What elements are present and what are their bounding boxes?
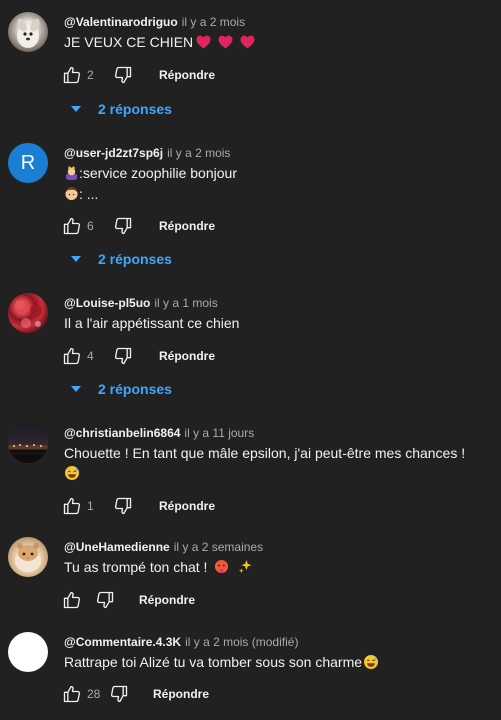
reply-button[interactable]: Répondre bbox=[159, 499, 215, 513]
reply-button[interactable]: Répondre bbox=[159, 68, 215, 82]
author-name[interactable]: @Louise-pl5uo bbox=[64, 296, 150, 310]
reply-button[interactable]: Répondre bbox=[153, 687, 209, 701]
dislike-icon[interactable] bbox=[113, 216, 133, 236]
red-heart-icon bbox=[196, 35, 211, 49]
author-name[interactable]: @user-jd2zt7sp6j bbox=[64, 146, 163, 160]
timestamp[interactable]: il y a 2 mois bbox=[182, 15, 245, 29]
chevron-down-icon bbox=[68, 251, 84, 267]
author-name[interactable]: @Commentaire.4.3K bbox=[64, 635, 181, 649]
like-icon[interactable] bbox=[62, 590, 82, 610]
avatar[interactable] bbox=[8, 12, 48, 52]
like-icon[interactable] bbox=[62, 216, 82, 236]
hot-face-icon bbox=[215, 559, 229, 574]
comment-text: Rattrape toi Alizé tu va tomber sous son… bbox=[64, 652, 493, 672]
grinning-sweat-icon bbox=[65, 466, 79, 480]
timestamp[interactable]: il y a 2 mois bbox=[167, 146, 230, 160]
comment-actions: 2 Répondre bbox=[62, 63, 215, 87]
avatar[interactable] bbox=[8, 632, 48, 672]
like-icon[interactable] bbox=[62, 496, 82, 516]
timestamp[interactable]: il y a 2 mois (modifié) bbox=[185, 635, 298, 649]
avatar[interactable]: R bbox=[8, 143, 48, 183]
comment-text-content: JE VEUX CE CHIEN bbox=[64, 34, 194, 50]
dislike-icon[interactable] bbox=[113, 496, 133, 516]
comment-line-1: Chouette ! En tant que mâle epsilon, j'a… bbox=[64, 445, 466, 461]
dog-photo-icon bbox=[17, 18, 40, 48]
comment-text-content: Tu as trompé ton chat ! bbox=[64, 559, 208, 575]
like-count: 6 bbox=[87, 219, 94, 233]
timestamp[interactable]: il y a 1 mois bbox=[154, 296, 217, 310]
comment-text: JE VEUX CE CHIEN bbox=[64, 32, 493, 52]
comment-text-content: Rattrape toi Alizé tu va tomber sous son… bbox=[64, 654, 363, 670]
avatar[interactable] bbox=[8, 537, 48, 577]
like-icon[interactable] bbox=[62, 65, 82, 85]
replies-toggle[interactable]: 2 réponses bbox=[64, 244, 172, 274]
reply-button[interactable]: Répondre bbox=[159, 349, 215, 363]
timestamp[interactable]: il y a 11 jours bbox=[184, 426, 254, 440]
avatar[interactable] bbox=[8, 293, 48, 333]
comment-text: :service zoophilie bonjour : ... bbox=[64, 163, 493, 204]
author-name[interactable]: @Valentinarodriguo bbox=[64, 15, 178, 29]
comment-line-1: :service zoophilie bonjour bbox=[79, 165, 237, 181]
like-count: 1 bbox=[87, 499, 94, 513]
comment-actions: 28 Répondre bbox=[62, 682, 209, 706]
comment-text: Il a l'air appétissant ce chien bbox=[64, 315, 240, 331]
grinning-sweat-icon bbox=[364, 655, 379, 669]
comment-text: Tu as trompé ton chat ! bbox=[64, 557, 493, 577]
like-icon[interactable] bbox=[62, 346, 82, 366]
author-name[interactable]: @christianbelin6864 bbox=[64, 426, 180, 440]
red-heart-icon bbox=[240, 35, 255, 49]
like-count: 28 bbox=[87, 687, 101, 701]
dislike-icon[interactable] bbox=[109, 684, 129, 704]
comment-actions: 1 Répondre bbox=[62, 494, 215, 518]
timestamp[interactable]: il y a 2 semaines bbox=[174, 540, 263, 554]
night-city-icon bbox=[8, 444, 48, 463]
red-pattern-icon bbox=[15, 300, 42, 328]
woman-with-crown-icon bbox=[65, 165, 78, 180]
hamster-photo-icon bbox=[15, 543, 41, 572]
sparkles-icon bbox=[239, 559, 252, 574]
comment-line-2: : ... bbox=[79, 186, 99, 202]
replies-toggle[interactable]: 2 réponses bbox=[64, 94, 172, 124]
dislike-icon[interactable] bbox=[113, 346, 133, 366]
dislike-icon[interactable] bbox=[113, 65, 133, 85]
avatar-letter: R bbox=[20, 151, 36, 174]
reply-button[interactable]: Répondre bbox=[159, 219, 215, 233]
replies-count: 2 réponses bbox=[98, 251, 172, 267]
like-icon[interactable] bbox=[62, 684, 82, 704]
man-face-icon bbox=[65, 186, 78, 201]
like-count: 4 bbox=[87, 349, 94, 363]
reply-button[interactable]: Répondre bbox=[139, 593, 195, 607]
chevron-down-icon bbox=[68, 101, 84, 117]
replies-count: 2 réponses bbox=[98, 381, 172, 397]
comment-actions: Répondre bbox=[62, 588, 195, 612]
replies-count: 2 réponses bbox=[98, 101, 172, 117]
like-count: 2 bbox=[87, 68, 94, 82]
comment-actions: 4 Répondre bbox=[62, 344, 215, 368]
author-name[interactable]: @UneHamedienne bbox=[64, 540, 170, 554]
comment-actions: 6 Répondre bbox=[62, 214, 215, 238]
avatar[interactable] bbox=[8, 423, 48, 463]
dislike-icon[interactable] bbox=[95, 590, 115, 610]
comment-text: Chouette ! En tant que mâle epsilon, j'a… bbox=[64, 443, 493, 484]
chevron-down-icon bbox=[68, 381, 84, 397]
red-heart-icon bbox=[218, 35, 233, 49]
replies-toggle[interactable]: 2 réponses bbox=[64, 374, 172, 404]
